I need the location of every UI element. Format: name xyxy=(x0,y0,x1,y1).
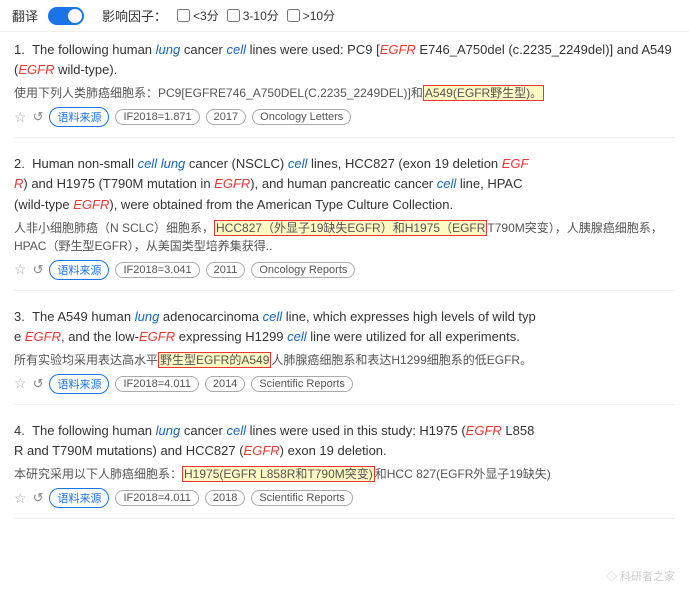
result-3-cn-highlight: 野生型EGFR的A549 xyxy=(158,352,271,368)
filter-gt10-checkbox[interactable] xyxy=(287,9,300,22)
result-1-egfr1: EGFR xyxy=(380,42,416,57)
filter-3-10-checkbox[interactable] xyxy=(227,9,240,22)
result-3-num: 3. xyxy=(14,309,32,324)
result-3-year: 2014 xyxy=(205,376,245,392)
result-4-if: IF2018=4.011 xyxy=(115,490,198,506)
filter-group: <3分 3-10分 >10分 xyxy=(177,7,335,24)
result-2-cell1: cell xyxy=(288,156,308,171)
result-3-en: 3. The A549 human lung adenocarcinoma ce… xyxy=(14,307,675,347)
result-3-cell1: cell xyxy=(263,309,283,324)
result-4-egfr1: EGFR xyxy=(466,423,502,438)
filter-3-10[interactable]: 3-10分 xyxy=(227,7,279,24)
result-3-cell2: cell xyxy=(287,329,307,344)
result-1-num: 1. xyxy=(14,42,32,57)
result-4-cell1: cell xyxy=(226,423,246,438)
result-item-1: 1. The following human lung cancer cell … xyxy=(14,40,675,138)
result-item-3: 3. The A549 human lung adenocarcinoma ce… xyxy=(14,307,675,405)
result-1-star[interactable]: ☆ xyxy=(14,109,27,126)
result-2-source-tag[interactable]: 语料来源 xyxy=(49,260,109,280)
result-2-journal: Oncology Reports xyxy=(251,262,355,278)
result-4-year: 2018 xyxy=(205,490,245,506)
result-2-cell-lung: cell lung xyxy=(138,156,186,171)
result-2-year: 2011 xyxy=(206,262,246,278)
result-2-cn: 人非小细胞肺癌（N SCLC）细胞系，HCC827（外显子19缺失EGFR）和H… xyxy=(14,219,675,255)
result-2-egfr3: EGFR xyxy=(73,197,109,212)
result-4-en: 4. The following human lung cancer cell … xyxy=(14,421,675,461)
result-3-star[interactable]: ☆ xyxy=(14,375,27,392)
result-1-source-tag[interactable]: 语料来源 xyxy=(49,107,109,127)
result-item-4: 4. The following human lung cancer cell … xyxy=(14,421,675,519)
translate-label: 翻译 xyxy=(12,6,38,25)
result-2-egfr2: EGFR xyxy=(214,176,250,191)
result-1-egfr2: EGFR xyxy=(18,62,54,77)
result-2-star[interactable]: ☆ xyxy=(14,261,27,278)
result-2-cell2: cell xyxy=(437,176,457,191)
result-1-if: IF2018=1.871 xyxy=(115,109,199,125)
result-2-if: IF2018=3.041 xyxy=(115,262,199,278)
result-4-journal: Scientific Reports xyxy=(251,490,353,506)
result-1-cn: 使用下列人类肺癌细胞系：PC9[EGFRE746_A750DEL(C.2235_… xyxy=(14,84,675,102)
result-2-num: 2. xyxy=(14,156,32,171)
filter-gt10[interactable]: >10分 xyxy=(287,7,335,24)
result-4-egfr2: EGFR xyxy=(244,443,280,458)
result-1-cell1: cell xyxy=(226,42,246,57)
result-1-lung1: lung xyxy=(156,42,181,57)
result-4-source-tag[interactable]: 语料来源 xyxy=(49,488,109,508)
result-3-egfr2: EGFR xyxy=(139,329,175,344)
result-4-cn: 本研究采用以下人肺癌细胞系：H1975(EGFR L858R和T790M突变)和… xyxy=(14,465,675,483)
result-3-journal: Scientific Reports xyxy=(251,376,353,392)
result-4-num: 4. xyxy=(14,423,32,438)
result-1-cn-highlight: A549(EGFR野生型)。 xyxy=(423,85,544,101)
result-4-cn-highlight: H1975(EGFR L858R和T790M突变) xyxy=(182,466,375,482)
filter-lt3-checkbox[interactable] xyxy=(177,9,190,22)
result-2-en: 2. Human non-small cell lung cancer (NSC… xyxy=(14,154,675,214)
result-1-journal: Oncology Letters xyxy=(252,109,351,125)
result-3-refresh[interactable]: ↺ xyxy=(33,376,44,392)
result-2-meta: ☆ ↺ 语料来源 IF2018=3.041 2011 Oncology Repo… xyxy=(14,260,675,280)
result-1-year: 2017 xyxy=(206,109,246,125)
result-2-refresh[interactable]: ↺ xyxy=(33,262,44,278)
result-item-2: 2. Human non-small cell lung cancer (NSC… xyxy=(14,154,675,290)
result-1-en: 1. The following human lung cancer cell … xyxy=(14,40,675,80)
result-4-lung: lung xyxy=(156,423,181,438)
result-2-cn-highlight: HCC827（外显子19缺失EGFR）和H1975（EGFR xyxy=(214,220,487,236)
result-3-source-tag[interactable]: 语料来源 xyxy=(49,374,109,394)
result-3-cn: 所有实验均采用表达高水平野生型EGFR的A549人肺腺癌细胞系和表达H1299细… xyxy=(14,351,675,369)
translate-toggle[interactable] xyxy=(48,7,84,25)
result-3-meta: ☆ ↺ 语料来源 IF2018=4.011 2014 Scientific Re… xyxy=(14,374,675,394)
result-4-refresh[interactable]: ↺ xyxy=(33,490,44,506)
top-bar: 翻译 影响因子： <3分 3-10分 >10分 xyxy=(0,0,689,32)
watermark: ◇ 科研者之家 xyxy=(606,568,675,584)
filter-lt3[interactable]: <3分 xyxy=(177,7,219,24)
result-4-star[interactable]: ☆ xyxy=(14,490,27,507)
result-3-egfr1: EGFR xyxy=(25,329,61,344)
result-1-meta: ☆ ↺ 语料来源 IF2018=1.871 2017 Oncology Lett… xyxy=(14,107,675,127)
influence-label: 影响因子： xyxy=(102,6,167,25)
result-3-if: IF2018=4.011 xyxy=(115,376,198,392)
results-content: 1. The following human lung cancer cell … xyxy=(0,32,689,549)
result-4-meta: ☆ ↺ 语料来源 IF2018=4.011 2018 Scientific Re… xyxy=(14,488,675,508)
result-1-refresh[interactable]: ↺ xyxy=(33,109,44,125)
result-3-lung: lung xyxy=(135,309,160,324)
